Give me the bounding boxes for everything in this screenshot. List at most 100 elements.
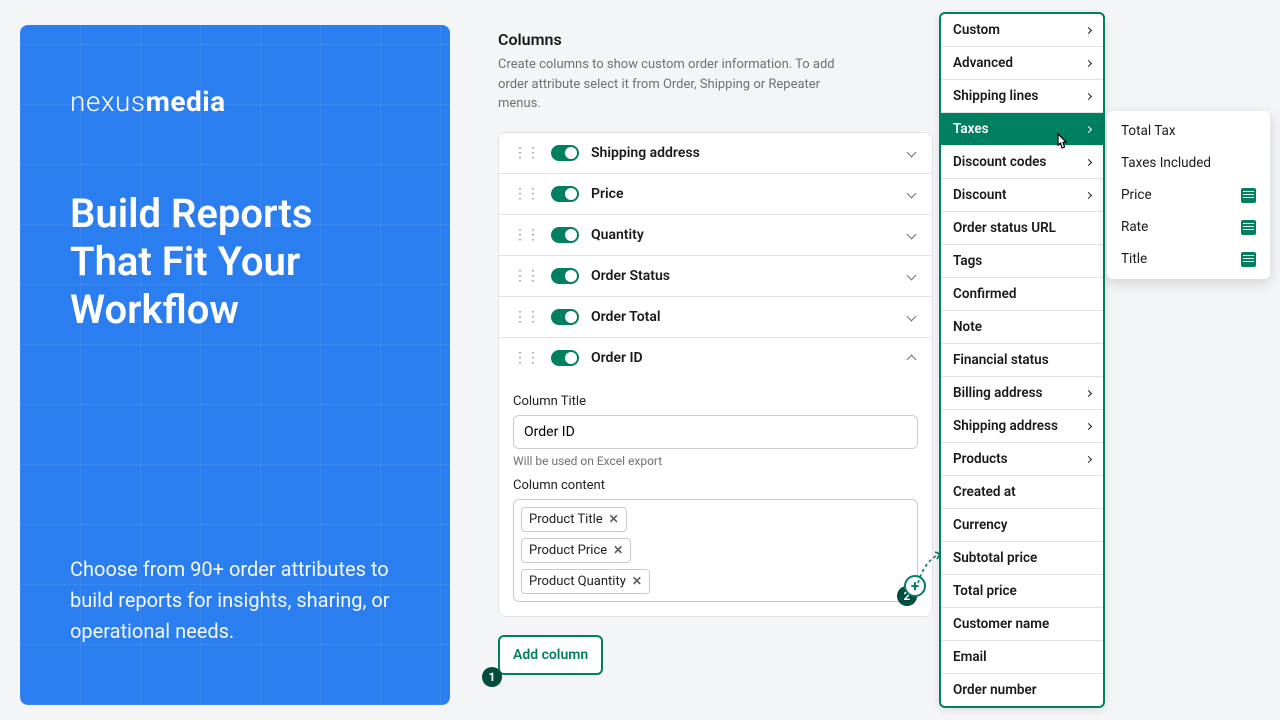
- menu-item-label: Discount codes: [953, 154, 1046, 170]
- submenu-item[interactable]: Total Tax: [1107, 115, 1270, 147]
- drag-handle-icon[interactable]: ⋮⋮: [513, 268, 539, 284]
- toggle-switch[interactable]: [551, 145, 579, 161]
- repeater-icon: [1241, 220, 1256, 235]
- submenu-item[interactable]: Title: [1107, 243, 1270, 275]
- menu-item[interactable]: Order number: [941, 674, 1103, 706]
- step-badge-1: 1: [482, 667, 502, 687]
- headline-text: Build Reports That Fit Your Workflow: [70, 190, 400, 334]
- menu-item[interactable]: Advanced: [941, 47, 1103, 80]
- toggle-switch[interactable]: [551, 186, 579, 202]
- submenu-item-label: Rate: [1121, 219, 1148, 235]
- add-column-button[interactable]: Add column: [498, 635, 603, 675]
- column-row[interactable]: ⋮⋮ Order Total: [499, 297, 932, 338]
- column-row[interactable]: ⋮⋮ Quantity: [499, 215, 932, 256]
- submenu-item-label: Total Tax: [1121, 123, 1176, 139]
- menu-item-label: Tags: [953, 253, 982, 269]
- column-title-help: Will be used on Excel export: [513, 454, 918, 468]
- content-tag[interactable]: Product Title✕: [521, 507, 627, 532]
- menu-item[interactable]: Subtotal price: [941, 542, 1103, 575]
- submenu-item[interactable]: Price: [1107, 179, 1270, 211]
- column-row[interactable]: ⋮⋮ Price: [499, 174, 932, 215]
- menu-item[interactable]: Discount codes: [941, 146, 1103, 179]
- chevron-down-icon[interactable]: [907, 271, 917, 281]
- menu-item-label: Discount: [953, 187, 1007, 203]
- menu-item-label: Shipping address: [953, 418, 1058, 434]
- menu-item-label: Note: [953, 319, 982, 335]
- column-content-input[interactable]: Product Title✕ Product Price✕ Product Qu…: [513, 499, 918, 602]
- toggle-switch[interactable]: [551, 309, 579, 325]
- content-tag[interactable]: Product Quantity✕: [521, 569, 650, 594]
- remove-tag-icon[interactable]: ✕: [613, 543, 623, 557]
- repeater-icon: [1241, 252, 1256, 267]
- columns-section: Columns Create columns to show custom or…: [498, 30, 933, 675]
- remove-tag-icon[interactable]: ✕: [632, 574, 642, 588]
- section-description: Create columns to show custom order info…: [498, 55, 838, 114]
- drag-handle-icon[interactable]: ⋮⋮: [513, 350, 539, 366]
- menu-item[interactable]: Financial status: [941, 344, 1103, 377]
- chevron-right-icon: [1085, 191, 1092, 198]
- promo-panel: nexusmedia Build Reports That Fit Your W…: [20, 25, 450, 705]
- chevron-up-icon[interactable]: [907, 355, 917, 365]
- menu-item[interactable]: Shipping lines: [941, 80, 1103, 113]
- chevron-right-icon: [1085, 59, 1092, 66]
- menu-item[interactable]: Tags: [941, 245, 1103, 278]
- drag-handle-icon[interactable]: ⋮⋮: [513, 186, 539, 202]
- attributes-menu[interactable]: Custom Advanced Shipping lines Taxes Discoun…: [939, 12, 1105, 708]
- menu-item[interactable]: Note: [941, 311, 1103, 344]
- toggle-switch[interactable]: [551, 350, 579, 366]
- drag-handle-icon[interactable]: ⋮⋮: [513, 145, 539, 161]
- menu-item[interactable]: Currency: [941, 509, 1103, 542]
- chevron-down-icon[interactable]: [907, 189, 917, 199]
- columns-list: ⋮⋮ Shipping address ⋮⋮ Price ⋮⋮ Quantity…: [498, 132, 933, 617]
- chevron-down-icon[interactable]: [907, 148, 917, 158]
- column-label: Order ID: [591, 350, 896, 366]
- menu-item[interactable]: Total price: [941, 575, 1103, 608]
- toggle-switch[interactable]: [551, 227, 579, 243]
- menu-item-label: Financial status: [953, 352, 1049, 368]
- menu-item[interactable]: Billing address: [941, 377, 1103, 410]
- toggle-switch[interactable]: [551, 268, 579, 284]
- menu-item-label: Order number: [953, 682, 1037, 698]
- column-title-input[interactable]: [513, 415, 918, 449]
- column-content-label: Column content: [513, 478, 918, 493]
- menu-item[interactable]: Shipping address: [941, 410, 1103, 443]
- chevron-right-icon: [1085, 158, 1092, 165]
- menu-item-label: Confirmed: [953, 286, 1017, 302]
- menu-item[interactable]: Custom: [941, 14, 1103, 47]
- logo-first: nexus: [70, 85, 146, 118]
- menu-item[interactable]: Order status URL: [941, 212, 1103, 245]
- menu-item-label: Advanced: [953, 55, 1013, 71]
- column-row[interactable]: ⋮⋮ Order ID: [499, 338, 932, 378]
- menu-item[interactable]: Discount: [941, 179, 1103, 212]
- content-tag[interactable]: Product Price✕: [521, 538, 631, 563]
- taxes-submenu[interactable]: Total Tax Taxes IncludedPrice Rate Title: [1107, 111, 1270, 279]
- menu-item-label: Currency: [953, 517, 1008, 533]
- menu-item[interactable]: Email: [941, 641, 1103, 674]
- drag-handle-icon[interactable]: ⋮⋮: [513, 227, 539, 243]
- column-label: Quantity: [591, 227, 896, 243]
- menu-item-label: Total price: [953, 583, 1017, 599]
- column-row[interactable]: ⋮⋮ Order Status: [499, 256, 932, 297]
- column-label: Order Status: [591, 268, 896, 284]
- column-title-label: Column Title: [513, 394, 918, 409]
- menu-item[interactable]: Confirmed: [941, 278, 1103, 311]
- menu-item-label: Taxes: [953, 121, 989, 137]
- menu-item-label: Billing address: [953, 385, 1043, 401]
- remove-tag-icon[interactable]: ✕: [609, 512, 619, 526]
- menu-item[interactable]: Taxes: [941, 113, 1103, 146]
- menu-item[interactable]: Customer name: [941, 608, 1103, 641]
- column-label: Price: [591, 186, 896, 202]
- column-expanded-panel: Column Title Will be used on Excel expor…: [499, 378, 932, 616]
- drag-handle-icon[interactable]: ⋮⋮: [513, 309, 539, 325]
- menu-item-label: Products: [953, 451, 1008, 467]
- column-row[interactable]: ⋮⋮ Shipping address: [499, 133, 932, 174]
- submenu-item[interactable]: Rate: [1107, 211, 1270, 243]
- add-attribute-icon[interactable]: +: [904, 575, 926, 597]
- menu-item-label: Order status URL: [953, 220, 1056, 236]
- menu-item[interactable]: Created at: [941, 476, 1103, 509]
- menu-item-label: Custom: [953, 22, 1000, 38]
- menu-item[interactable]: Products: [941, 443, 1103, 476]
- submenu-item[interactable]: Taxes Included: [1107, 147, 1270, 179]
- chevron-down-icon[interactable]: [907, 230, 917, 240]
- chevron-down-icon[interactable]: [907, 312, 917, 322]
